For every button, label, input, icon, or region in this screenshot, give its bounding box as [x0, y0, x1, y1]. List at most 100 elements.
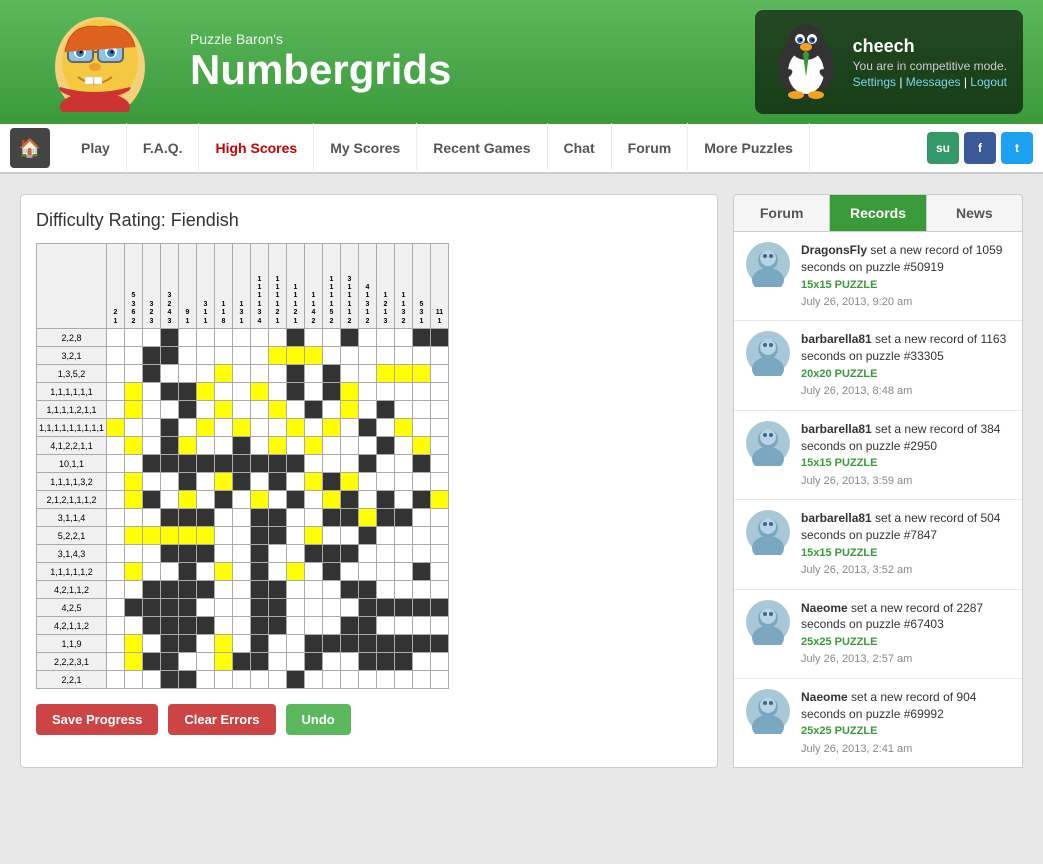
- grid-cell[interactable]: [287, 401, 305, 419]
- grid-cell[interactable]: [287, 599, 305, 617]
- grid-cell[interactable]: [305, 617, 323, 635]
- grid-cell[interactable]: [359, 653, 377, 671]
- grid-cell[interactable]: [269, 671, 287, 689]
- grid-cell[interactable]: [431, 653, 449, 671]
- grid-cell[interactable]: [269, 473, 287, 491]
- grid-cell[interactable]: [251, 437, 269, 455]
- grid-cell[interactable]: [413, 545, 431, 563]
- grid-cell[interactable]: [431, 365, 449, 383]
- grid-cell[interactable]: [197, 635, 215, 653]
- grid-cell[interactable]: [359, 491, 377, 509]
- grid-cell[interactable]: [107, 581, 125, 599]
- grid-cell[interactable]: [161, 671, 179, 689]
- grid-cell[interactable]: [125, 509, 143, 527]
- tab-news[interactable]: News: [927, 195, 1022, 231]
- grid-cell[interactable]: [323, 527, 341, 545]
- grid-cell[interactable]: [359, 383, 377, 401]
- grid-cell[interactable]: [341, 617, 359, 635]
- grid-cell[interactable]: [323, 401, 341, 419]
- grid-cell[interactable]: [377, 491, 395, 509]
- grid-cell[interactable]: [161, 437, 179, 455]
- grid-cell[interactable]: [161, 347, 179, 365]
- grid-cell[interactable]: [269, 527, 287, 545]
- grid-cell[interactable]: [107, 383, 125, 401]
- grid-cell[interactable]: [107, 437, 125, 455]
- grid-cell[interactable]: [341, 509, 359, 527]
- grid-cell[interactable]: [359, 347, 377, 365]
- grid-cell[interactable]: [341, 455, 359, 473]
- grid-cell[interactable]: [395, 545, 413, 563]
- grid-cell[interactable]: [323, 599, 341, 617]
- grid-cell[interactable]: [125, 599, 143, 617]
- grid-cell[interactable]: [197, 437, 215, 455]
- grid-cell[interactable]: [341, 581, 359, 599]
- grid-cell[interactable]: [305, 671, 323, 689]
- grid-cell[interactable]: [431, 563, 449, 581]
- grid-cell[interactable]: [215, 473, 233, 491]
- grid-cell[interactable]: [269, 329, 287, 347]
- grid-cell[interactable]: [431, 383, 449, 401]
- grid-cell[interactable]: [413, 491, 431, 509]
- grid-cell[interactable]: [323, 383, 341, 401]
- grid-cell[interactable]: [215, 581, 233, 599]
- grid-cell[interactable]: [251, 491, 269, 509]
- grid-cell[interactable]: [197, 473, 215, 491]
- grid-cell[interactable]: [359, 617, 377, 635]
- grid-cell[interactable]: [143, 383, 161, 401]
- grid-cell[interactable]: [359, 419, 377, 437]
- grid-cell[interactable]: [377, 329, 395, 347]
- grid-cell[interactable]: [197, 599, 215, 617]
- grid-cell[interactable]: [359, 365, 377, 383]
- grid-cell[interactable]: [287, 617, 305, 635]
- stumbleupon-button[interactable]: su: [927, 132, 959, 164]
- grid-cell[interactable]: [233, 599, 251, 617]
- grid-cell[interactable]: [233, 437, 251, 455]
- grid-cell[interactable]: [125, 473, 143, 491]
- grid-cell[interactable]: [377, 347, 395, 365]
- grid-cell[interactable]: [161, 491, 179, 509]
- grid-cell[interactable]: [233, 491, 251, 509]
- grid-cell[interactable]: [251, 401, 269, 419]
- grid-cell[interactable]: [305, 437, 323, 455]
- grid-cell[interactable]: [143, 329, 161, 347]
- grid-cell[interactable]: [323, 509, 341, 527]
- grid-cell[interactable]: [323, 653, 341, 671]
- grid-cell[interactable]: [251, 347, 269, 365]
- grid-cell[interactable]: [395, 347, 413, 365]
- grid-cell[interactable]: [269, 491, 287, 509]
- grid-cell[interactable]: [395, 581, 413, 599]
- grid-cell[interactable]: [107, 671, 125, 689]
- grid-cell[interactable]: [413, 455, 431, 473]
- grid-cell[interactable]: [107, 653, 125, 671]
- grid-cell[interactable]: [359, 545, 377, 563]
- grid-cell[interactable]: [161, 419, 179, 437]
- grid-cell[interactable]: [143, 581, 161, 599]
- grid-cell[interactable]: [107, 473, 125, 491]
- grid-cell[interactable]: [197, 527, 215, 545]
- grid-cell[interactable]: [179, 671, 197, 689]
- grid-cell[interactable]: [143, 419, 161, 437]
- grid-cell[interactable]: [413, 473, 431, 491]
- grid-cell[interactable]: [233, 635, 251, 653]
- grid-cell[interactable]: [359, 527, 377, 545]
- tab-forum[interactable]: Forum: [734, 195, 830, 231]
- grid-cell[interactable]: [251, 545, 269, 563]
- grid-cell[interactable]: [341, 653, 359, 671]
- grid-cell[interactable]: [287, 671, 305, 689]
- grid-cell[interactable]: [251, 473, 269, 491]
- grid-cell[interactable]: [341, 401, 359, 419]
- grid-cell[interactable]: [233, 653, 251, 671]
- grid-cell[interactable]: [215, 365, 233, 383]
- grid-cell[interactable]: [233, 671, 251, 689]
- grid-cell[interactable]: [107, 635, 125, 653]
- grid-cell[interactable]: [251, 455, 269, 473]
- nav-play[interactable]: Play: [65, 123, 127, 173]
- undo-button[interactable]: Undo: [286, 704, 351, 735]
- grid-cell[interactable]: [251, 527, 269, 545]
- grid-cell[interactable]: [143, 491, 161, 509]
- grid-cell[interactable]: [377, 437, 395, 455]
- grid-cell[interactable]: [161, 617, 179, 635]
- grid-cell[interactable]: [125, 527, 143, 545]
- grid-cell[interactable]: [179, 473, 197, 491]
- grid-cell[interactable]: [197, 653, 215, 671]
